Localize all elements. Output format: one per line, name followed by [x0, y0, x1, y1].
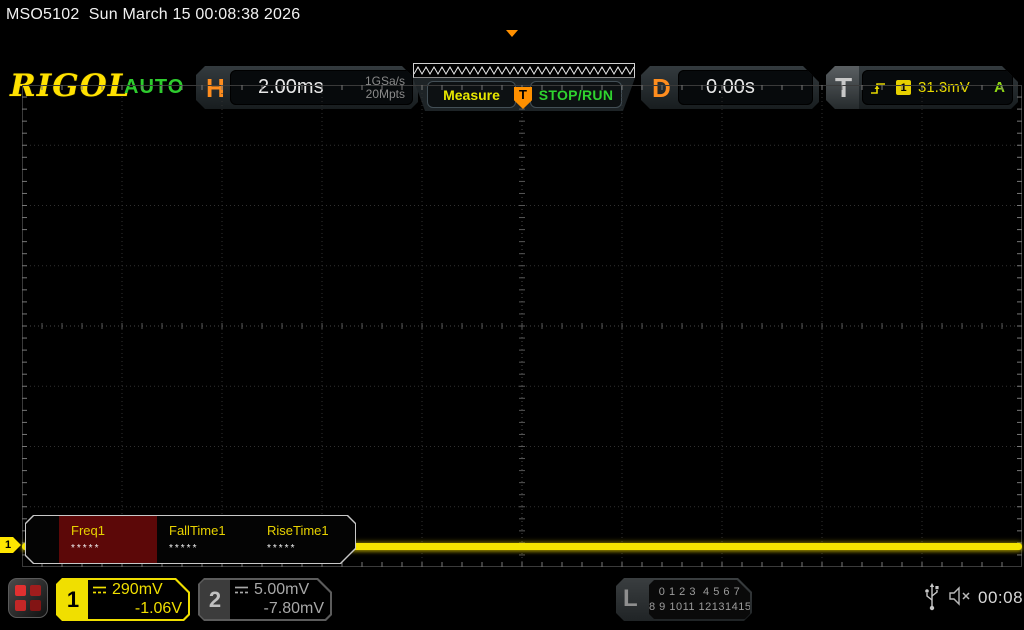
uptime-clock: 00:08 [978, 588, 1024, 607]
preview-waveform-icon [413, 65, 635, 76]
measurement-item-freq1[interactable]: Freq1 ***** [59, 516, 157, 563]
waveform-memory-preview[interactable] [413, 63, 635, 78]
channel1-offset: -1.06V [134, 600, 182, 617]
dc-coupling-icon [235, 586, 248, 594]
measurement-list: Freq1 ***** FallTime1 ***** RiseTime1 **… [26, 516, 355, 563]
digital-channels-row2: 8 9 1011 12131415 [649, 601, 752, 613]
channel2-scale: 5.00mV [254, 581, 310, 598]
menu-grid-icon [15, 585, 41, 611]
sound-muted-icon [949, 586, 970, 606]
channel2-badge[interactable]: 2 5.00mV -7.80mV [198, 578, 332, 621]
measurement-item-falltime1[interactable]: FallTime1 ***** [157, 516, 255, 563]
channel2-offset: -7.80mV [263, 600, 324, 617]
top-status-bar: MSO5102 Sun March 15 00:08:38 2026 [0, 0, 1024, 30]
channel1-offset-marker[interactable]: 1 [0, 537, 21, 553]
digital-channels-row1: 0 1 2 3 4 5 6 7 [658, 586, 741, 598]
channel1-badge[interactable]: 1 290mV -1.06V [56, 578, 190, 621]
measurement-overlay: Freq1 ***** FallTime1 ***** RiseTime1 **… [25, 515, 356, 564]
digital-channel-panel: 0 1 2 3 4 5 6 7 8 9 1011 12131415 [649, 580, 750, 619]
preview-trigger-position-icon[interactable] [506, 30, 518, 37]
channel1-number: 1 [58, 580, 88, 619]
logic-analyzer-badge[interactable]: L 0 1 2 3 4 5 6 7 8 9 1011 12131415 [616, 578, 752, 621]
dc-coupling-icon [93, 586, 106, 594]
channel1-scale: 290mV [112, 581, 163, 598]
graticule-grid [22, 85, 1022, 567]
menu-button[interactable] [8, 578, 48, 618]
logic-analyzer-label: L [623, 585, 638, 612]
measurement-item-risetime1[interactable]: RiseTime1 ***** [255, 516, 353, 563]
channel2-number: 2 [200, 580, 230, 619]
waveform-display-area [22, 85, 1022, 567]
bottom-status-bar: 1 290mV -1.06V 2 5.00mV -7.80mV L 0 1 2 … [0, 570, 1024, 630]
usb-icon [925, 583, 939, 611]
header-bar: RIGOL AUTO H 2.00ms 1GSa/s 20Mpts Measur… [0, 30, 1024, 86]
model-and-datetime: MSO5102 Sun March 15 00:08:38 2026 [6, 6, 301, 23]
